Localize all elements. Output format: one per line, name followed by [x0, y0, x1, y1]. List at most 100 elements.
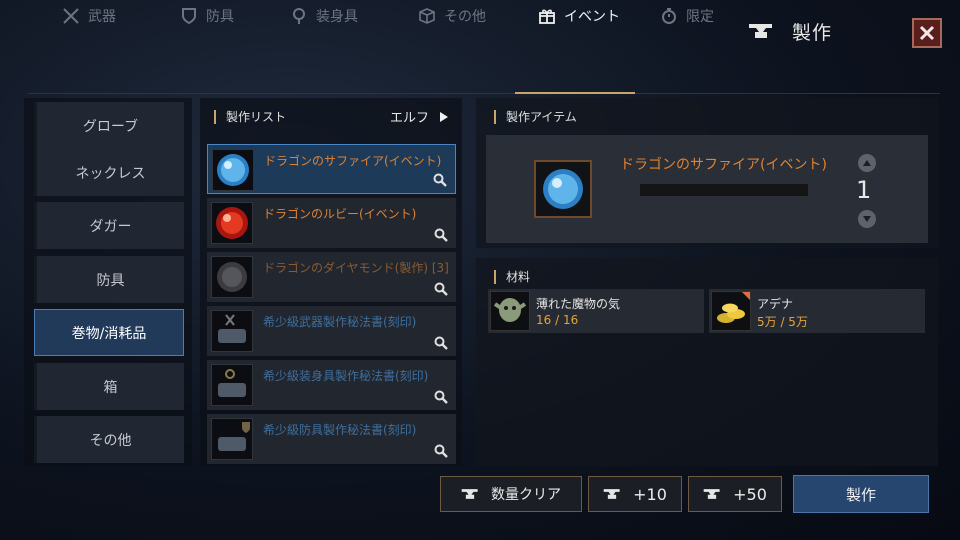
- magnifier-icon[interactable]: [434, 390, 448, 404]
- craft-item-name: ドラゴンのルビー(イベント): [263, 207, 417, 221]
- quantity-up-button[interactable]: [858, 154, 876, 172]
- craft-button[interactable]: 製作: [793, 475, 929, 513]
- tab-label: 限定: [686, 9, 714, 25]
- red-gem-icon: [211, 202, 253, 244]
- craft-item-name: ドラゴンのサファイア(イベント): [620, 157, 827, 173]
- clear-quantity-label: 数量クリア: [491, 487, 561, 503]
- craft-button-label: 製作: [845, 485, 876, 504]
- material-item[interactable]: アデナ 5万 / 5万: [709, 289, 925, 333]
- scroll-icon: [211, 364, 253, 406]
- quantity-value: 1: [856, 176, 872, 204]
- tab-weapon[interactable]: 武器: [62, 0, 116, 32]
- craft-list-item[interactable]: ドラゴンのサファイア(イベント): [207, 144, 456, 194]
- goblin-icon: [490, 291, 530, 331]
- clear-quantity-button[interactable]: 数量クリア: [440, 476, 582, 512]
- category-gloves[interactable]: グローブ: [34, 102, 184, 149]
- close-icon: [919, 25, 935, 41]
- category-other[interactable]: その他: [34, 416, 184, 463]
- window-title: 製作: [792, 21, 833, 44]
- magnifier-icon[interactable]: [433, 173, 447, 187]
- tab-label: 防具: [206, 9, 234, 25]
- craft-item-title: 製作アイテム: [506, 110, 577, 124]
- tab-event[interactable]: イベント: [538, 0, 620, 32]
- category-label: ダガー: [89, 218, 132, 235]
- craft-list-header: 製作リスト: [214, 108, 286, 125]
- tab-bar: [28, 62, 940, 94]
- blue-gem-icon: [534, 160, 592, 218]
- gold-coins-icon: [711, 291, 751, 331]
- anvil-icon: [603, 489, 620, 499]
- craft-list-title: 製作リスト: [226, 110, 287, 124]
- materials-header: 材料: [494, 268, 530, 285]
- material-name: アデナ: [757, 297, 794, 311]
- tab-other[interactable]: その他: [418, 0, 486, 32]
- category-scroll-consumable[interactable]: 巻物/消耗品: [34, 309, 184, 356]
- craft-item-name: ドラゴンのダイヤモンド(製作) [3]: [263, 261, 449, 275]
- craft-item-name: 希少級装身具製作秘法書(刻印): [263, 369, 429, 383]
- category-box[interactable]: 箱: [34, 363, 184, 410]
- material-name: 薄れた魔物の気: [536, 297, 621, 311]
- materials-title: 材料: [506, 270, 531, 284]
- tab-accessory[interactable]: 装身具: [290, 0, 358, 32]
- craft-list-item[interactable]: 希少級装身具製作秘法書(刻印): [207, 360, 456, 410]
- close-button[interactable]: [912, 18, 942, 48]
- box-icon: [419, 8, 435, 24]
- craft-list-item[interactable]: ドラゴンのダイヤモンド(製作) [3]: [207, 252, 456, 302]
- scroll-icon: [211, 310, 253, 352]
- quantity-down-button[interactable]: [858, 210, 876, 228]
- category-armor[interactable]: 防具: [34, 256, 184, 303]
- craft-list-item[interactable]: 希少級武器製作秘法書(刻印): [207, 306, 456, 356]
- category-label: その他: [89, 432, 132, 449]
- triangle-down-icon: [863, 216, 871, 222]
- diamond-icon: [211, 256, 253, 298]
- craft-list-item[interactable]: ドラゴンのルビー(イベント): [207, 198, 456, 248]
- anvil-icon: [749, 24, 772, 38]
- material-count: 5万 / 5万: [757, 315, 808, 329]
- category-panel: グローブ ネックレス ダガー 防具 巻物/消耗品 箱 その他: [24, 98, 192, 466]
- craft-item-name: 希少級防具製作秘法書(刻印): [263, 423, 417, 437]
- race-filter-button[interactable]: エルフ: [390, 107, 449, 126]
- race-filter-label: エルフ: [390, 111, 430, 126]
- plus-50-button[interactable]: +50: [688, 476, 782, 512]
- tab-label: 武器: [88, 9, 116, 25]
- category-label: 巻物/消耗品: [71, 325, 147, 342]
- plus-50-label: +50: [733, 484, 767, 504]
- magnifier-icon[interactable]: [434, 282, 448, 296]
- play-arrow-icon: [440, 111, 449, 122]
- category-label: 箱: [103, 379, 118, 396]
- craft-list-item[interactable]: 希少級防具製作秘法書(刻印): [207, 414, 456, 464]
- material-item[interactable]: 薄れた魔物の気 16 / 16: [488, 289, 704, 333]
- scroll-icon: [211, 418, 253, 460]
- anvil-icon: [703, 489, 720, 499]
- tab-limited[interactable]: 限定: [660, 0, 714, 32]
- plus-10-label: +10: [633, 484, 667, 504]
- craft-item-header: 製作アイテム: [494, 108, 577, 125]
- window-header: 製作: [748, 14, 832, 48]
- category-necklace[interactable]: ネックレス: [34, 149, 184, 196]
- tab-label: イベント: [564, 9, 620, 25]
- magnifier-icon[interactable]: [434, 228, 448, 242]
- craft-item-name: 希少級武器製作秘法書(刻印): [263, 315, 417, 329]
- anvil-icon: [461, 489, 478, 499]
- category-label: 防具: [96, 272, 125, 289]
- blue-gem-icon: [212, 149, 254, 191]
- plus-10-button[interactable]: +10: [588, 476, 682, 512]
- tab-label: 装身具: [316, 9, 358, 25]
- category-label: グローブ: [82, 118, 139, 135]
- tab-armor[interactable]: 防具: [180, 0, 234, 32]
- category-dagger[interactable]: ダガー: [34, 202, 184, 249]
- redacted-bar: [640, 184, 808, 196]
- stopwatch-icon: [662, 8, 676, 24]
- magnifier-icon[interactable]: [434, 336, 448, 350]
- tab-label: その他: [444, 9, 486, 25]
- material-count: 16 / 16: [536, 313, 579, 327]
- triangle-up-icon: [863, 160, 871, 166]
- shield-icon: [182, 8, 196, 25]
- gift-icon: [539, 9, 555, 24]
- active-tab-indicator: [515, 92, 635, 94]
- amulet-icon: [293, 8, 305, 24]
- magnifier-icon[interactable]: [434, 444, 448, 458]
- craft-item-name: ドラゴンのサファイア(イベント): [264, 154, 442, 168]
- category-label: ネックレス: [75, 165, 146, 182]
- crossed-swords-icon: [63, 8, 79, 24]
